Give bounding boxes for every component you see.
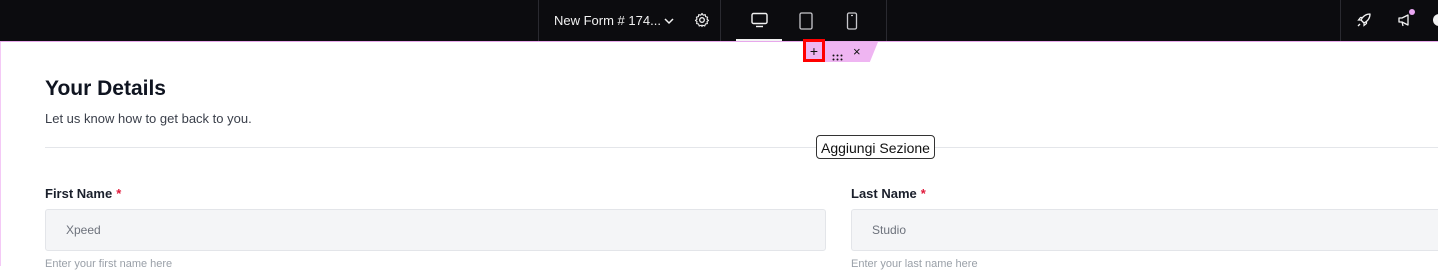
plus-icon: + bbox=[809, 42, 819, 59]
gear-icon[interactable] bbox=[694, 12, 710, 33]
last-name-label-text: Last Name bbox=[851, 186, 917, 201]
last-name-helper: Enter your last name here bbox=[851, 258, 978, 270]
required-mark: * bbox=[920, 186, 926, 201]
section-guide-top bbox=[0, 41, 1438, 42]
device-tablet-button[interactable] bbox=[784, 0, 830, 41]
right-actions bbox=[1340, 0, 1438, 41]
device-mobile-button[interactable] bbox=[831, 0, 877, 41]
megaphone-icon[interactable] bbox=[1397, 12, 1413, 33]
first-name-input[interactable]: Xpeed bbox=[45, 209, 826, 251]
notification-dot bbox=[1409, 9, 1415, 15]
first-name-label-text: First Name bbox=[45, 186, 113, 201]
required-mark: * bbox=[116, 186, 122, 201]
chevron-down-icon[interactable] bbox=[663, 14, 675, 32]
drag-handle-icon[interactable] bbox=[832, 48, 843, 66]
add-section-tooltip: Aggiungi Sezione bbox=[816, 135, 935, 159]
section-guide-left bbox=[0, 41, 1, 266]
first-name-helper: Enter your first name here bbox=[45, 258, 173, 270]
form-title[interactable]: New Form # 174... bbox=[554, 13, 661, 28]
overflow-edge bbox=[1433, 14, 1438, 26]
rocket-icon[interactable] bbox=[1356, 12, 1372, 33]
last-name-label: Last Name * bbox=[851, 186, 926, 201]
first-name-label: First Name * bbox=[45, 186, 121, 201]
top-bar: New Form # 174... bbox=[0, 0, 1438, 42]
add-section-button[interactable]: + bbox=[803, 39, 825, 62]
form-selector[interactable]: New Form # 174... bbox=[538, 0, 721, 41]
last-name-input[interactable]: Studio bbox=[851, 209, 1438, 251]
section-heading: Your Details bbox=[45, 77, 166, 100]
device-desktop-button[interactable] bbox=[736, 0, 782, 41]
close-section-button[interactable]: × bbox=[853, 44, 861, 59]
device-switcher bbox=[721, 0, 887, 41]
section-divider bbox=[45, 147, 1438, 148]
section-subheading: Let us know how to get back to you. bbox=[45, 111, 252, 126]
